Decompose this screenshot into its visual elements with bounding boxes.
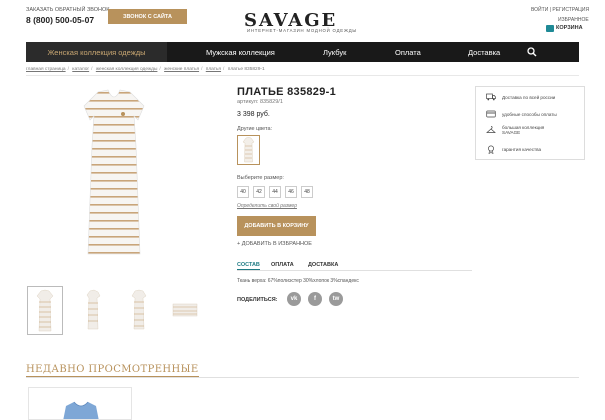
color-swatch[interactable] xyxy=(237,135,260,165)
nav-item-payment[interactable]: Оплата xyxy=(395,42,421,62)
product-thumbnail[interactable] xyxy=(76,286,112,335)
feature-text: большая коллекция SAVAGE xyxy=(502,125,545,136)
product-thumbnail[interactable] xyxy=(122,286,158,335)
nav-item-lookbook[interactable]: Лукбук xyxy=(323,42,346,62)
product-title: ПЛАТЬЕ 835829-1 xyxy=(237,86,337,98)
vk-icon[interactable]: vk xyxy=(287,292,301,306)
nav-item-women[interactable]: Женская коллекция одежды xyxy=(26,42,167,62)
size-label: Выберите размер: xyxy=(237,175,284,181)
product-main-image[interactable] xyxy=(52,86,176,262)
product-sku: артикул: 835829/1 xyxy=(237,99,283,105)
tab-composition[interactable]: СОСТАВ xyxy=(237,262,260,270)
nav-item-delivery[interactable]: Доставка xyxy=(468,42,500,62)
search-icon[interactable] xyxy=(527,47,537,57)
cart-icon[interactable] xyxy=(546,25,554,32)
composition-text: Ткань верха: 67%полиэстер 30%хлопок 3%сп… xyxy=(237,278,359,284)
size-option[interactable]: 44 xyxy=(269,186,281,198)
add-to-favorites-link[interactable]: + ДОБАВИТЬ В ИЗБРАННОЕ xyxy=(237,241,312,247)
top-bar: ЗАКАЗАТЬ ОБРАТНЫЙ ЗВОНОК 8 (800) 500-05-… xyxy=(0,0,605,40)
breadcrumb-link[interactable]: платья xyxy=(206,67,221,72)
nav-item-men[interactable]: Мужская коллекция xyxy=(206,42,275,62)
wishlist-link[interactable]: ИЗБРАННОЕ xyxy=(558,17,589,23)
product-price: 3 398 руб. xyxy=(237,111,270,118)
twitter-icon[interactable]: tw xyxy=(329,292,343,306)
recent-product-card[interactable] xyxy=(28,387,132,420)
facebook-icon[interactable]: f xyxy=(308,292,322,306)
features-box: Доставка по всей россии удобные способы … xyxy=(475,86,585,160)
divider xyxy=(26,75,579,76)
size-guide-link[interactable]: Определить свой размер xyxy=(237,203,297,209)
feature-item: большая коллекция SAVAGE xyxy=(486,125,562,136)
tab-delivery[interactable]: ДОСТАВКА xyxy=(308,262,338,268)
breadcrumb-link[interactable]: каталог xyxy=(72,67,89,72)
feature-item: удобные способы оплаты xyxy=(486,110,557,118)
product-thumbnail[interactable] xyxy=(168,286,204,335)
truck-icon xyxy=(486,93,496,101)
size-option[interactable]: 40 xyxy=(237,186,249,198)
callback-label: ЗАКАЗАТЬ ОБРАТНЫЙ ЗВОНОК xyxy=(26,7,110,13)
feature-text: гарантия качества xyxy=(502,147,542,152)
other-colors-label: Другие цвета: xyxy=(237,126,273,132)
breadcrumb: главная страница / каталог / женская колле… xyxy=(26,67,265,72)
cart-link[interactable]: КОРЗИНА xyxy=(556,25,583,31)
size-option[interactable]: 48 xyxy=(301,186,313,198)
feature-text: удобные способы оплаты xyxy=(502,111,557,117)
card-icon xyxy=(486,110,496,118)
tabs-divider xyxy=(237,270,472,271)
breadcrumb-current: платье 835829-1 xyxy=(227,67,265,72)
divider xyxy=(26,377,579,378)
medal-icon xyxy=(486,145,496,154)
site-tagline: ИНТЕРНЕТ-МАГАЗИН МОДНОЙ ОДЕЖДЫ xyxy=(247,28,358,33)
main-nav: Женская коллекция одежды Мужская коллекц… xyxy=(26,42,579,62)
recently-viewed-title: НЕДАВНО ПРОСМОТРЕННЫЕ xyxy=(26,364,199,378)
add-to-cart-button[interactable]: ДОБАВИТЬ В КОРЗИНУ xyxy=(237,216,316,236)
auth-links[interactable]: ВОЙТИ | РЕГИСТРАЦИЯ xyxy=(531,7,589,13)
feature-item: Доставка по всей россии xyxy=(486,93,555,101)
breadcrumb-link[interactable]: женские платья xyxy=(164,67,199,72)
callback-button[interactable]: ЗВОНОК С САЙТА xyxy=(108,9,187,24)
tab-payment[interactable]: ОПЛАТА xyxy=(271,262,294,268)
product-thumbnail[interactable] xyxy=(27,286,63,335)
hanger-icon xyxy=(486,125,496,134)
phone-number[interactable]: 8 (800) 500-05-07 xyxy=(26,15,94,25)
feature-item: гарантия качества xyxy=(486,145,541,154)
share-label: ПОДЕЛИТЬСЯ: xyxy=(237,297,278,303)
breadcrumb-link[interactable]: женская коллекция одежды xyxy=(96,67,158,72)
feature-text: Доставка по всей россии xyxy=(502,94,556,100)
size-option[interactable]: 42 xyxy=(253,186,265,198)
breadcrumb-link[interactable]: главная страница xyxy=(26,67,66,72)
size-option[interactable]: 46 xyxy=(285,186,297,198)
